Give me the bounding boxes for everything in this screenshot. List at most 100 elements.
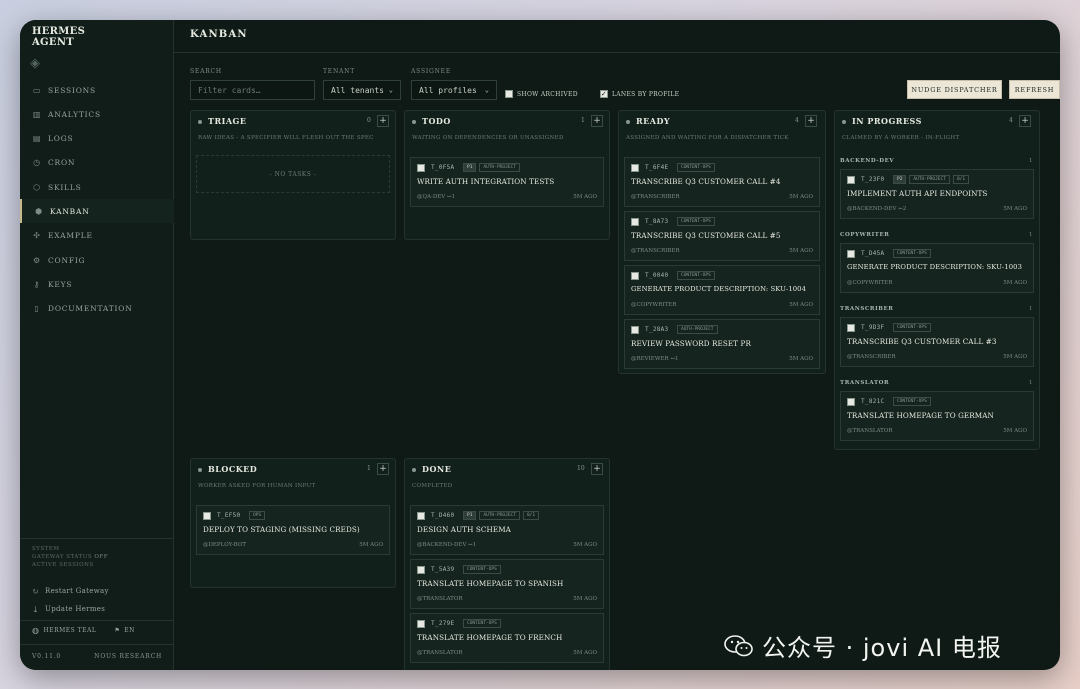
column-title: IN PROGRESS	[852, 116, 922, 126]
palette-icon: ◍	[32, 626, 40, 635]
add-card-button[interactable]: +	[591, 115, 603, 127]
column-in-progress: IN PROGRESS 4 + CLAIMED BY A WORKER - IN…	[834, 110, 1040, 450]
add-card-button[interactable]: +	[377, 115, 389, 127]
sidebar-divider	[20, 538, 174, 539]
sidebar-item-analytics[interactable]: ▥ ANALYTICS	[20, 102, 174, 126]
task-card[interactable]: T_EF50 OPS DEPLOY TO STAGING (MISSING CR…	[196, 505, 390, 555]
column-header: IN PROGRESS 4 +	[835, 111, 1039, 133]
add-card-button[interactable]: +	[591, 463, 603, 475]
sidebar-item-sessions[interactable]: ▭ SESSIONS	[20, 78, 174, 102]
card-assignee: @TRANSLATOR	[847, 428, 893, 434]
update-hermes-button[interactable]: ⤓ Update Hermes	[32, 600, 109, 618]
card-checkbox[interactable]	[417, 566, 425, 574]
card-age: 5M AGO	[573, 650, 597, 656]
clock-icon: ◷	[33, 158, 41, 168]
card-checkbox[interactable]	[631, 272, 639, 280]
card-checkbox[interactable]	[847, 176, 855, 184]
task-card[interactable]: T_D460 P1 AUTH-PROJECT 0/1 DESIGN AUTH SCH…	[410, 505, 604, 555]
refresh-button[interactable]: REFRESH	[1009, 80, 1060, 99]
task-card[interactable]: T_5A39 CONTENT-OPS TRANSLATE HOMEPAGE TO…	[410, 559, 604, 609]
task-card[interactable]: T_9D3F CONTENT-OPS TRANSCRIBE Q3 CUSTOME…	[840, 317, 1034, 367]
project-badge: CONTENT-OPS	[677, 217, 715, 226]
nudge-dispatcher-button[interactable]: NUDGE DISPATCHER	[907, 80, 1002, 99]
task-card[interactable]: T_6F4E CONTENT-OPS TRANSCRIBE Q3 CUSTOME…	[624, 157, 820, 207]
sidebar-item-label: KEYS	[48, 279, 73, 289]
sidebar-item-cron[interactable]: ◷ CRON	[20, 151, 174, 175]
column-header: BLOCKED 1 +	[191, 459, 395, 481]
card-badges: CONTENT-OPS	[677, 271, 718, 280]
sidebar-nav: ▭ SESSIONS ▥ ANALYTICS ▤ LOGS ◷ CRON ⬡ SKILLS…	[20, 78, 174, 321]
card-checkbox[interactable]	[203, 512, 211, 520]
key-icon: ⚷	[33, 279, 41, 289]
sidebar-item-logs[interactable]: ▤ LOGS	[20, 127, 174, 151]
card-checkbox[interactable]	[847, 398, 855, 406]
task-card[interactable]: T_8A73 CONTENT-OPS TRANSCRIBE Q3 CUSTOME…	[624, 211, 820, 261]
brand-logo: HERMES AGENT	[32, 26, 86, 48]
sidebar-footer: V0.11.0 NOUS RESEARCH	[32, 653, 162, 660]
card-assignee: @TRANSLATOR	[417, 650, 463, 656]
restart-gateway-button[interactable]: ↻ Restart Gateway	[32, 582, 109, 600]
card-checkbox[interactable]	[417, 620, 425, 628]
project-badge: CONTENT-OPS	[893, 397, 931, 406]
sidebar-item-config[interactable]: ⚙ CONFIG	[20, 248, 174, 272]
card-checkbox[interactable]	[847, 324, 855, 332]
sidebar-item-keys[interactable]: ⚷ KEYS	[20, 272, 174, 296]
assignee-select[interactable]: All profiles ⌄	[411, 80, 497, 100]
language-label[interactable]: EN	[124, 627, 135, 634]
card-checkbox[interactable]	[417, 512, 425, 520]
lane-count: 1	[1029, 232, 1033, 238]
search-input[interactable]: Filter cards…	[190, 80, 315, 100]
task-card[interactable]: T_28A3 AUTH-PROJECT REVIEW PASSWORD RESE…	[624, 319, 820, 369]
card-checkbox[interactable]	[417, 164, 425, 172]
sidebar-item-label: EXAMPLE	[48, 231, 93, 241]
task-id: T_D45A	[861, 250, 885, 257]
lanes-by-profile-checkbox[interactable]: ✓ LANES BY PROFILE	[600, 90, 679, 98]
checkbox-unchecked[interactable]	[505, 90, 513, 98]
column-count: 0	[367, 117, 371, 124]
task-card[interactable]: T_279E CONTENT-OPS TRANSLATE HOMEPAGE TO…	[410, 613, 604, 663]
column-count: 1	[367, 465, 371, 472]
task-card[interactable]: T_0F5A P1 AUTH-PROJECT WRITE AUTH INTEGRA…	[410, 157, 604, 207]
show-archived-checkbox[interactable]: SHOW ARCHIVED	[505, 90, 578, 98]
task-card[interactable]: T_821C CONTENT-OPS TRANSLATE HOMEPAGE TO…	[840, 391, 1034, 441]
system-actions: ↻ Restart Gateway ⤓ Update Hermes	[32, 582, 109, 618]
column-title: TODO	[422, 116, 451, 126]
card-age: 5M AGO	[789, 248, 813, 254]
theme-switcher[interactable]: ◍ HERMES TEAL ⚑ EN	[32, 626, 135, 635]
card-checkbox[interactable]	[631, 326, 639, 334]
task-id: T_8A73	[645, 218, 669, 225]
task-card[interactable]: T_23F0 P2 AUTH-PROJECT 0/1 IMPLEMENT AUTH …	[840, 169, 1034, 219]
tenant-select[interactable]: All tenants ⌄	[323, 80, 401, 100]
checkmark-icon[interactable]: ✓	[600, 90, 608, 98]
task-id: T_28A3	[645, 326, 669, 333]
chevron-down-icon: ⌄	[484, 86, 489, 94]
sidebar-item-kanban[interactable]: ⬢ KANBAN	[20, 199, 174, 224]
task-id: T_D460	[431, 512, 455, 519]
watermark-text: 公众号 · jovi AI 电报	[762, 634, 1002, 662]
task-card[interactable]: T_D45A CONTENT-OPS GENERATE PRODUCT DESC…	[840, 243, 1034, 293]
app-window: HERMES AGENT ◈ ▭ SESSIONS ▥ ANALYTICS ▤ LOG…	[20, 20, 1060, 670]
header-divider	[174, 52, 1060, 53]
add-card-button[interactable]: +	[805, 115, 817, 127]
card-title: TRANSCRIBE Q3 CUSTOMER CALL #4	[631, 177, 781, 186]
column-count: 10	[577, 465, 585, 472]
task-id: T_23F0	[861, 176, 885, 183]
sidebar-item-label: DOCUMENTATION	[48, 304, 133, 314]
column-header: DONE 10 +	[405, 459, 609, 481]
card-checkbox[interactable]	[631, 218, 639, 226]
sidebar-item-skills[interactable]: ⬡ SKILLS	[20, 175, 174, 199]
card-checkbox[interactable]	[847, 250, 855, 258]
card-title: DESIGN AUTH SCHEMA	[417, 525, 511, 534]
add-card-button[interactable]: +	[1019, 115, 1031, 127]
task-card[interactable]: T_0040 CONTENT-OPS GENERATE PRODUCT DESC…	[624, 265, 820, 315]
card-age: 5M AGO	[573, 194, 597, 200]
sidebar-item-documentation[interactable]: ▯ DOCUMENTATION	[20, 297, 174, 321]
search-placeholder: Filter cards…	[198, 85, 261, 95]
card-assignee: @COPYWRITER	[847, 280, 893, 286]
add-card-button[interactable]: +	[377, 463, 389, 475]
sidebar-item-example[interactable]: ✣ EXAMPLE	[20, 224, 174, 248]
lane-label: TRANSCRIBER	[840, 306, 894, 312]
card-assignee: @TRANSCRIBER	[631, 248, 680, 254]
lane-count: 1	[1029, 380, 1033, 386]
card-checkbox[interactable]	[631, 164, 639, 172]
